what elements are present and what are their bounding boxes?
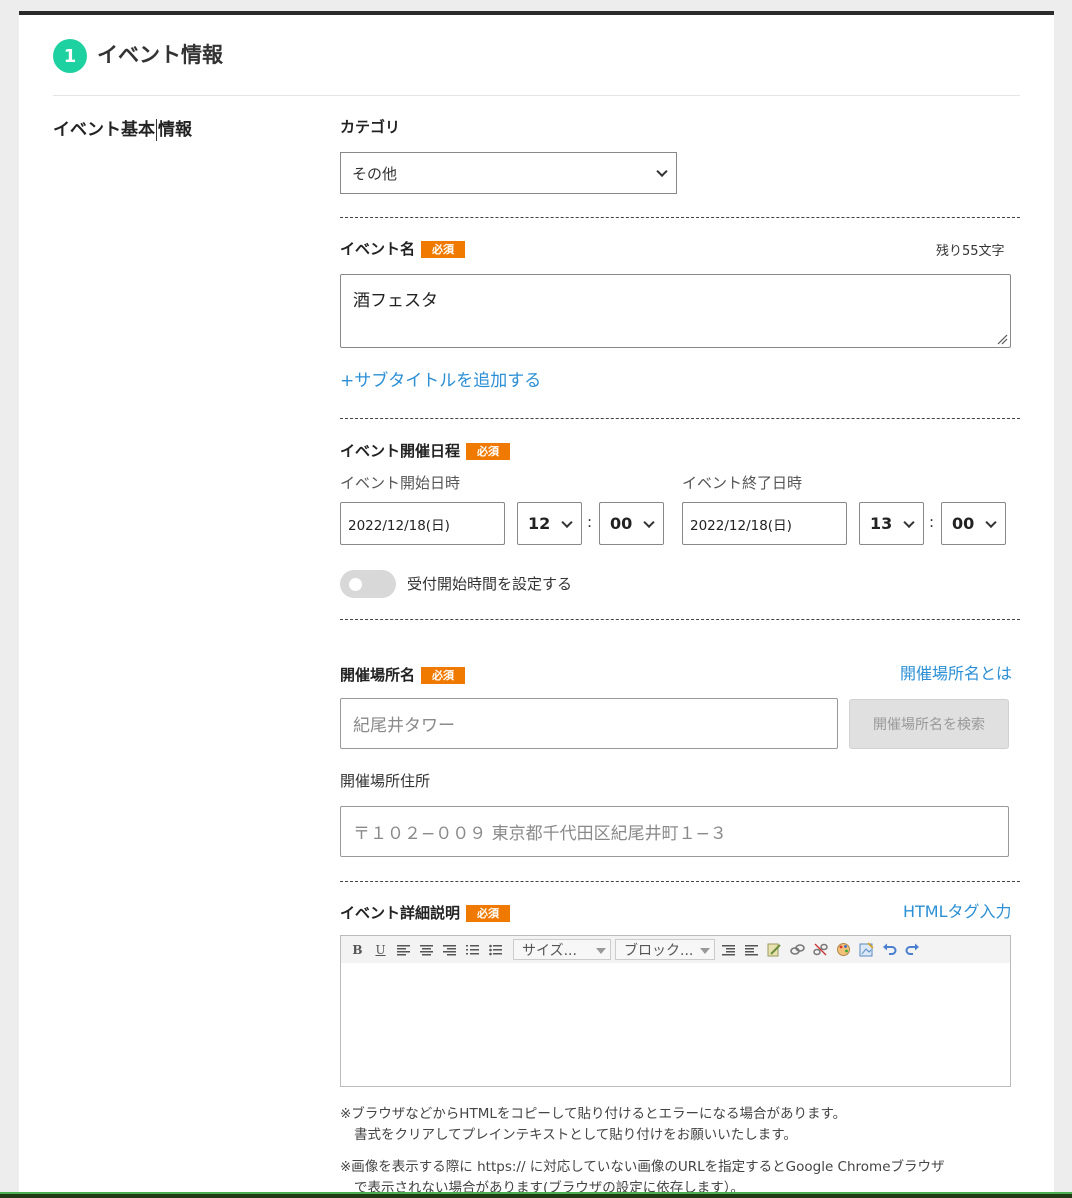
- outdent-icon[interactable]: [719, 940, 738, 959]
- schedule-label: イベント開催日程 必須: [340, 441, 511, 461]
- redo-icon[interactable]: [903, 940, 922, 959]
- section-title: イベント情報: [97, 43, 223, 67]
- section-divider: [53, 95, 1020, 96]
- dashed-divider: [340, 619, 1020, 620]
- dropdown-arrow-icon: [596, 948, 606, 954]
- html-paste-note: ※ブラウザなどからHTMLをコピーして貼り付けるとエラーになる場合があります。 …: [340, 1106, 847, 1143]
- chevron-down-icon: [903, 516, 915, 528]
- editor-toolbar: B U サイズ... ブロック...: [340, 935, 1011, 964]
- start-date-input[interactable]: 2022/12/18(日): [340, 502, 505, 545]
- venue-name-input[interactable]: 紀尾井タワー: [340, 698, 838, 749]
- time-colon: :: [587, 513, 593, 531]
- required-badge: 必須: [421, 667, 466, 684]
- html-input-link[interactable]: HTMLタグ入力: [903, 901, 1012, 923]
- reception-toggle-label: 受付開始時間を設定する: [407, 575, 573, 593]
- details-label: イベント詳細説明 必須: [340, 903, 511, 923]
- resize-handle-icon[interactable]: [997, 334, 1008, 345]
- bottom-status-bar: [0, 1192, 1072, 1198]
- underline-button[interactable]: U: [371, 940, 390, 959]
- event-form-page: 1 イベント情報 イベント基本 情報 カテゴリ その他 イベント名 必須 残り55文…: [19, 11, 1054, 1198]
- venue-help-link[interactable]: 開催場所名とは: [900, 663, 1012, 685]
- add-subtitle-link[interactable]: +サブタイトルを追加する: [340, 370, 541, 392]
- event-name-textarea[interactable]: 酒フェスタ: [340, 274, 1011, 348]
- category-label: カテゴリ: [340, 118, 401, 136]
- edit-icon[interactable]: [765, 940, 784, 959]
- align-right-icon[interactable]: [440, 940, 459, 959]
- event-name-label: イベント名 必須: [340, 239, 466, 259]
- venue-address-label: 開催場所住所: [340, 772, 431, 790]
- time-colon: :: [929, 513, 935, 531]
- image-icon[interactable]: [857, 940, 876, 959]
- venue-address-input[interactable]: 〒１０２−００９ 東京都千代田区紀尾井町１−３: [340, 806, 1009, 857]
- required-badge: 必須: [466, 443, 511, 460]
- char-counter: 残り55文字: [936, 244, 1005, 259]
- category-select[interactable]: その他: [340, 152, 677, 194]
- ordered-list-icon[interactable]: [463, 940, 482, 959]
- venue-name-label: 開催場所名 必須: [340, 665, 466, 685]
- dashed-divider: [340, 881, 1020, 882]
- color-palette-icon[interactable]: [834, 940, 853, 959]
- chevron-down-icon: [643, 516, 655, 528]
- end-minute-select[interactable]: 00: [941, 502, 1006, 545]
- chevron-down-icon: [561, 516, 573, 528]
- indent-icon[interactable]: [742, 940, 761, 959]
- required-badge: 必須: [421, 241, 466, 258]
- start-hour-select[interactable]: 12: [517, 502, 582, 545]
- rich-text-editor-area[interactable]: [340, 963, 1011, 1087]
- required-badge: 必須: [466, 905, 511, 922]
- basic-info-heading: イベント基本 情報: [53, 119, 192, 141]
- font-size-select[interactable]: サイズ...: [513, 939, 611, 960]
- block-format-select[interactable]: ブロック...: [615, 939, 715, 960]
- dashed-divider: [340, 418, 1020, 419]
- link-icon[interactable]: [788, 940, 807, 959]
- end-hour-select[interactable]: 13: [859, 502, 924, 545]
- end-datetime-label: イベント終了日時: [682, 474, 803, 492]
- reception-time-toggle[interactable]: [340, 570, 396, 598]
- align-center-icon[interactable]: [417, 940, 436, 959]
- start-datetime-label: イベント開始日時: [340, 474, 461, 492]
- text-cursor: [156, 119, 157, 141]
- chevron-down-icon: [656, 165, 668, 178]
- align-left-icon[interactable]: [394, 940, 413, 959]
- chevron-down-icon: [985, 516, 997, 528]
- venue-search-button[interactable]: 開催場所名を検索: [849, 699, 1009, 749]
- step-number-badge: 1: [53, 39, 87, 73]
- toggle-knob: [349, 578, 362, 591]
- bold-button[interactable]: B: [348, 940, 367, 959]
- undo-icon[interactable]: [880, 940, 899, 959]
- unordered-list-icon[interactable]: [486, 940, 505, 959]
- dropdown-arrow-icon: [700, 948, 710, 954]
- start-minute-select[interactable]: 00: [599, 502, 664, 545]
- unlink-icon[interactable]: [811, 940, 830, 959]
- dashed-divider: [340, 217, 1020, 218]
- end-date-input[interactable]: 2022/12/18(日): [682, 502, 847, 545]
